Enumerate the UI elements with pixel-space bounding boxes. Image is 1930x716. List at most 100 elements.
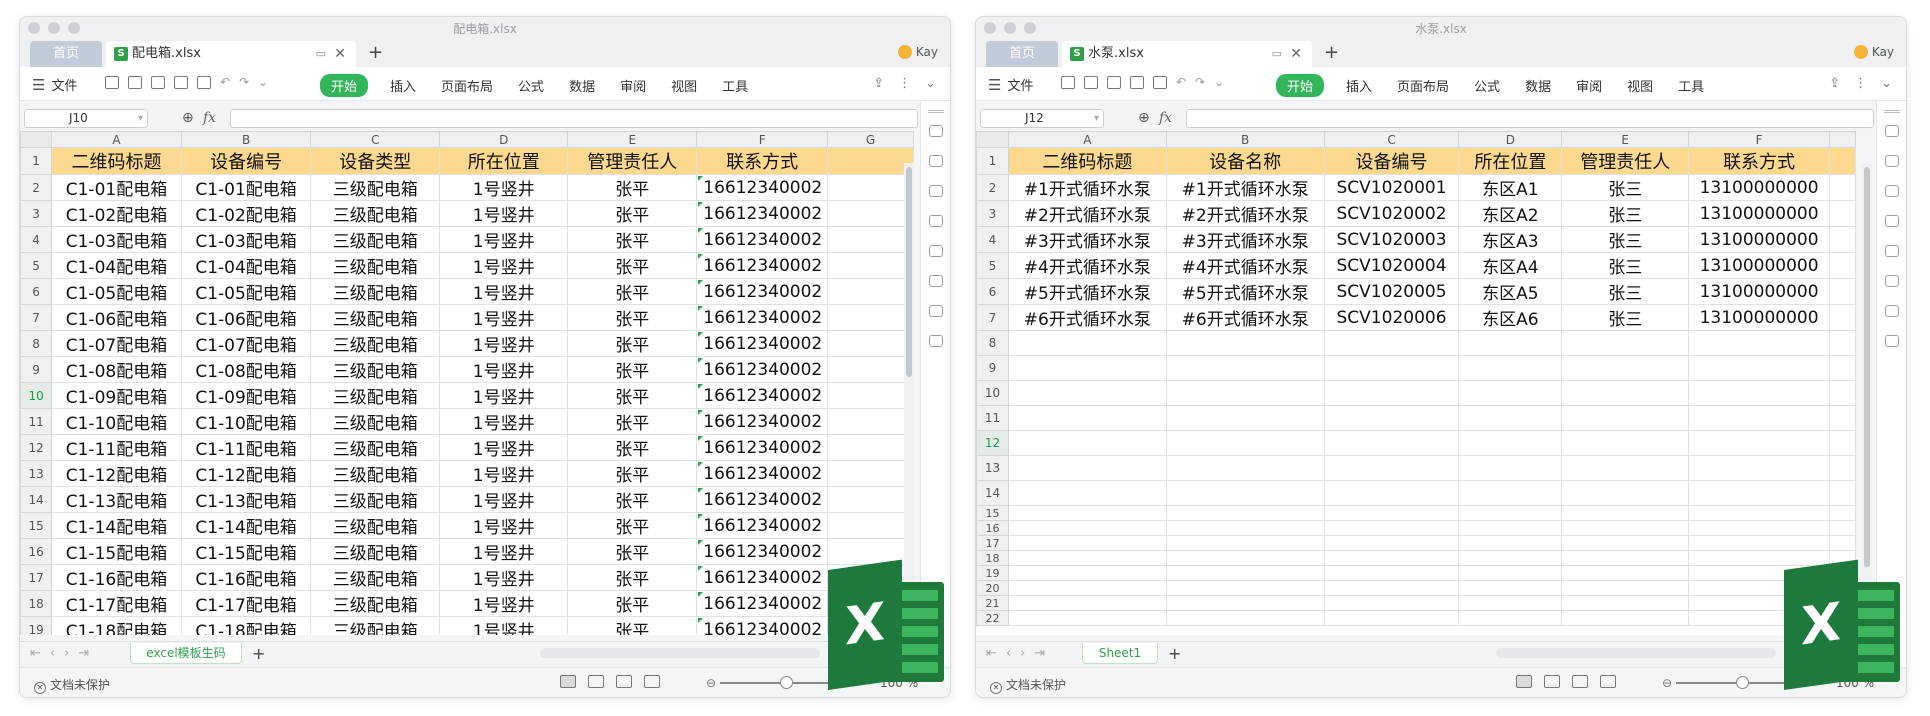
header-cell[interactable]: 管理责任人 <box>1561 147 1690 175</box>
table-cell[interactable] <box>1165 480 1325 506</box>
redo-icon[interactable]: ↷ <box>239 76 249 89</box>
header-cell[interactable]: 联系方式 <box>696 147 829 175</box>
row-number[interactable]: 1 <box>976 147 1009 175</box>
table-cell[interactable] <box>1829 380 1856 406</box>
table-cell[interactable] <box>1007 580 1167 596</box>
table-cell[interactable] <box>1829 278 1856 305</box>
table-cell[interactable] <box>1561 535 1690 551</box>
table-cell[interactable] <box>1007 405 1167 431</box>
close-tab-icon[interactable]: ✕ <box>334 41 346 67</box>
export-icon[interactable] <box>1107 76 1121 89</box>
table-cell[interactable]: C1-10配电箱 <box>180 408 312 435</box>
ribbon-tab-review[interactable]: 审阅 <box>620 76 646 95</box>
horizontal-scrollbar[interactable] <box>540 648 820 658</box>
row-number[interactable]: 9 <box>976 355 1009 381</box>
shield-icon[interactable] <box>1884 185 1899 197</box>
ribbon-tab-tools[interactable]: 工具 <box>722 76 748 95</box>
table-cell[interactable] <box>1829 535 1856 551</box>
table-cell[interactable]: 张平 <box>567 356 698 383</box>
table-cell[interactable] <box>1829 520 1856 536</box>
ribbon-tab-home[interactable]: 开始 <box>320 74 369 97</box>
column-header[interactable]: D <box>1458 131 1563 148</box>
table-cell[interactable] <box>1007 330 1167 356</box>
table-cell[interactable] <box>1688 405 1831 431</box>
ribbon-tab-home[interactable]: 开始 <box>1276 74 1325 97</box>
table-cell[interactable] <box>1561 480 1690 506</box>
table-cell[interactable]: 三级配电箱 <box>310 174 441 201</box>
table-cell[interactable] <box>1561 405 1690 431</box>
table-cell[interactable] <box>1829 226 1856 253</box>
table-cell[interactable]: 1号竖井 <box>439 382 569 409</box>
open-icon[interactable] <box>105 76 119 89</box>
table-cell[interactable]: 张平 <box>567 304 698 331</box>
table-cell[interactable] <box>1323 430 1460 456</box>
table-cell[interactable] <box>1007 355 1167 381</box>
table-cell[interactable]: #5开式循环水泵 <box>1007 278 1167 305</box>
table-cell[interactable]: C1-07配电箱 <box>51 330 182 357</box>
row-number[interactable]: 18 <box>976 550 1009 566</box>
table-cell[interactable]: C1-04配电箱 <box>51 252 182 279</box>
table-cell[interactable] <box>1007 610 1167 626</box>
customize-icon[interactable]: ⌄ <box>258 76 268 89</box>
row-number[interactable]: 7 <box>976 304 1009 331</box>
table-cell[interactable]: 东区A5 <box>1458 278 1563 305</box>
column-header[interactable]: E <box>567 131 698 148</box>
scroll-thumb[interactable] <box>906 167 912 377</box>
table-cell[interactable]: 三级配电箱 <box>310 486 441 513</box>
normal-view-icon[interactable] <box>1516 675 1532 688</box>
table-cell[interactable]: 三级配电箱 <box>310 616 441 635</box>
table-cell[interactable]: 三级配电箱 <box>310 252 441 279</box>
table-cell[interactable]: 三级配电箱 <box>310 460 441 487</box>
table-cell[interactable] <box>827 512 914 539</box>
row-number[interactable]: 16 <box>976 520 1009 536</box>
table-cell[interactable]: C1-03配电箱 <box>51 226 182 253</box>
table-cell[interactable]: 张平 <box>567 330 698 357</box>
table-cell[interactable] <box>1323 505 1460 521</box>
table-cell[interactable]: 16612340002 <box>696 590 829 617</box>
table-cell[interactable] <box>1458 580 1563 596</box>
close-tab-icon[interactable]: ✕ <box>1290 41 1302 67</box>
table-cell[interactable] <box>1829 505 1856 521</box>
table-cell[interactable]: C1-11配电箱 <box>180 434 312 461</box>
table-cell[interactable] <box>1007 550 1167 566</box>
table-cell[interactable] <box>1458 405 1563 431</box>
row-number[interactable]: 14 <box>976 480 1009 506</box>
table-cell[interactable] <box>827 304 914 331</box>
table-cell[interactable]: SCV1020004 <box>1323 252 1460 279</box>
row-number[interactable]: 19 <box>976 565 1009 581</box>
table-cell[interactable] <box>827 226 914 253</box>
zoom-icon[interactable]: ⊕ <box>1138 110 1150 126</box>
table-cell[interactable] <box>1829 480 1856 506</box>
table-cell[interactable]: SCV1020003 <box>1323 226 1460 253</box>
table-cell[interactable] <box>1323 330 1460 356</box>
table-cell[interactable]: 16612340002 <box>696 616 829 635</box>
file-tab[interactable]: S 配电箱.xlsx ▭ ✕ <box>106 41 356 67</box>
table-cell[interactable] <box>1458 455 1563 481</box>
ribbon-tab-formulas[interactable]: 公式 <box>1474 76 1500 95</box>
table-cell[interactable] <box>1323 480 1460 506</box>
select-all-corner[interactable] <box>976 131 1009 148</box>
table-cell[interactable]: 东区A3 <box>1458 226 1563 253</box>
row-number[interactable]: 13 <box>20 460 53 487</box>
table-cell[interactable]: 张平 <box>567 382 698 409</box>
table-cell[interactable] <box>1561 430 1690 456</box>
table-cell[interactable]: 张平 <box>567 434 698 461</box>
row-number[interactable]: 20 <box>976 580 1009 596</box>
zoom-track[interactable] <box>720 676 833 689</box>
table-cell[interactable]: 1号竖井 <box>439 564 569 591</box>
formula-input[interactable] <box>230 109 918 128</box>
table-cell[interactable]: C1-05配电箱 <box>51 278 182 305</box>
table-cell[interactable] <box>1165 430 1325 456</box>
header-cell[interactable]: 二维码标题 <box>51 147 182 175</box>
table-cell[interactable] <box>1561 505 1690 521</box>
image-icon[interactable] <box>1884 335 1899 347</box>
more-icon[interactable]: ⋮ <box>1854 76 1867 91</box>
reading-mode-icon[interactable] <box>644 675 660 688</box>
row-number[interactable]: 6 <box>976 278 1009 305</box>
zoom-track[interactable] <box>1676 676 1789 689</box>
table-cell[interactable] <box>827 382 914 409</box>
table-cell[interactable]: 三级配电箱 <box>310 512 441 539</box>
table-cell[interactable] <box>1458 380 1563 406</box>
table-cell[interactable] <box>1561 595 1690 611</box>
table-cell[interactable] <box>1007 430 1167 456</box>
